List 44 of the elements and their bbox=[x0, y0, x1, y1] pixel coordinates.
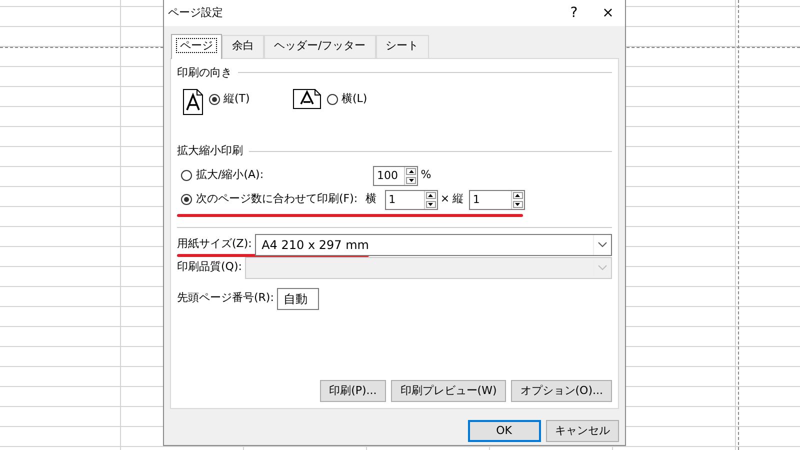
close-button[interactable]: × bbox=[591, 2, 625, 24]
tab[interactable]: 余白 bbox=[222, 35, 264, 58]
dialog-button[interactable]: キャンセル bbox=[546, 420, 619, 442]
page-icon bbox=[183, 89, 203, 115]
tab[interactable]: ヘッダー/フッター bbox=[264, 35, 376, 58]
radio-icon[interactable] bbox=[181, 170, 192, 181]
times-sign: × bbox=[440, 191, 450, 208]
radio-option[interactable]: 縦(T) bbox=[208, 91, 250, 108]
spin-field[interactable]: 1 bbox=[468, 190, 525, 210]
field-label: 用紙サイズ(Z): bbox=[177, 236, 252, 252]
radio-option[interactable]: 次のページ数に合わせて印刷(F): bbox=[181, 191, 358, 208]
chevron-icon bbox=[598, 265, 607, 270]
window-title: ページ設定 bbox=[168, 4, 224, 21]
radio-option[interactable]: 拡大/縮小(A): bbox=[181, 167, 373, 184]
page-icon bbox=[293, 89, 321, 109]
input-field[interactable]: 自動 bbox=[276, 288, 319, 310]
arrow-up-icon[interactable] bbox=[515, 194, 520, 196]
arrow-down-icon[interactable] bbox=[515, 202, 520, 206]
action-button[interactable]: 印刷(P)... bbox=[320, 380, 386, 402]
unit-label: % bbox=[420, 167, 432, 184]
axis-label: 横 bbox=[366, 191, 377, 208]
arrow-down-icon[interactable] bbox=[408, 178, 414, 182]
help-button[interactable]: ? bbox=[557, 2, 591, 24]
action-button[interactable]: オプション(O)... bbox=[511, 380, 612, 402]
radio-icon[interactable] bbox=[208, 94, 220, 105]
tab[interactable]: シート bbox=[376, 35, 429, 58]
spin-field[interactable]: 1 bbox=[384, 190, 438, 210]
field-label: 印刷品質(Q): bbox=[177, 259, 242, 276]
group-heading: 拡大縮小印刷 bbox=[177, 143, 243, 159]
field-label: 先頭ページ番号(R): bbox=[177, 290, 274, 306]
dialog-button[interactable]: OK bbox=[468, 420, 540, 442]
action-button[interactable]: 印刷プレビュー(W) bbox=[391, 380, 506, 402]
group-heading: 印刷の向き bbox=[177, 64, 232, 80]
arrow-up-icon[interactable] bbox=[428, 194, 434, 196]
arrow-up-icon[interactable] bbox=[408, 170, 414, 172]
axis-label: 縦 bbox=[452, 191, 464, 208]
spin-field[interactable]: 100 bbox=[373, 166, 418, 186]
radio-icon[interactable] bbox=[326, 94, 338, 105]
chevron-icon bbox=[598, 242, 607, 247]
arrow-down-icon[interactable] bbox=[428, 202, 434, 206]
tab[interactable]: ページ bbox=[171, 34, 222, 58]
dropdown[interactable]: A4 210 x 297 mm bbox=[254, 234, 612, 256]
radio-option[interactable]: 横(L) bbox=[326, 91, 368, 108]
radio-icon[interactable] bbox=[181, 194, 192, 205]
